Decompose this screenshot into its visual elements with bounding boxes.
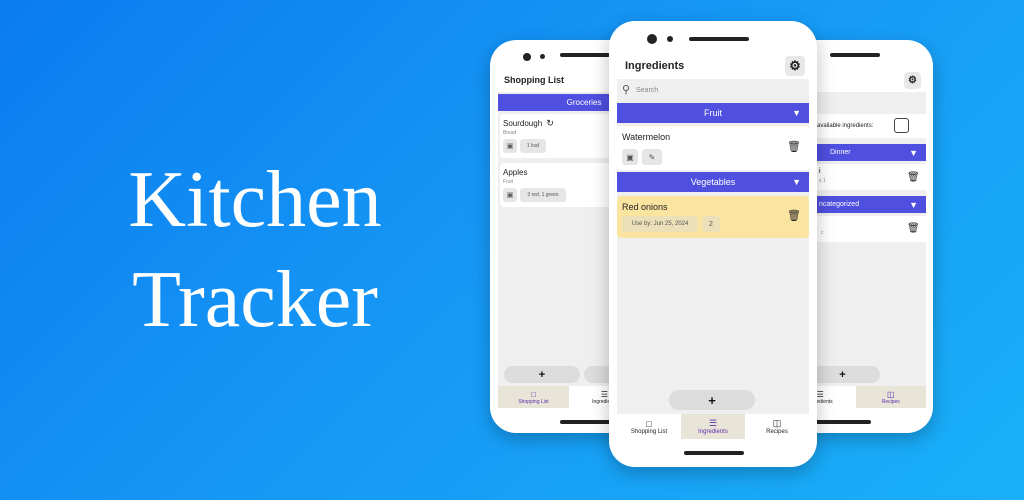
trash-icon[interactable]: 🗑	[787, 209, 801, 222]
chevron-down-icon: ▼	[792, 177, 801, 187]
category-label: ncategorized	[819, 201, 860, 208]
book-icon: ◫	[772, 418, 782, 428]
tab-recipes[interactable]: ◫ Recipes	[745, 414, 809, 439]
hero-title-line2: Tracker	[132, 256, 378, 344]
filter-label: available ingredients:	[817, 123, 874, 129]
list-icon: ☰	[600, 389, 609, 399]
tab-shopping-list[interactable]: □ Shopping List	[498, 386, 569, 408]
note-icon: □	[646, 418, 652, 429]
category-label: Vegetables	[690, 177, 736, 187]
quantity-chip[interactable]: 1 loaf	[520, 139, 546, 153]
add-button[interactable]: +	[669, 390, 755, 410]
category-label: Dinner	[830, 149, 851, 156]
calendar-icon[interactable]: ▣	[503, 188, 517, 202]
list-icon: ☰	[816, 389, 824, 399]
item-name: Sourdough ↻	[503, 118, 554, 128]
screen: Ingredients ⚙ ⚲ Search Fruit ▼ Watermelo…	[617, 53, 809, 439]
book-icon: ◫	[886, 389, 895, 399]
sensor-dot	[540, 54, 545, 59]
sensor-dot	[667, 36, 673, 42]
trash-icon[interactable]: 🗑	[907, 172, 920, 183]
app-bar: Ingredients ⚙	[617, 53, 809, 79]
tab-ingredients[interactable]: ☰ Ingredients	[681, 414, 745, 439]
search-icon: ⚲	[622, 84, 631, 96]
recipe-meta: s 1	[819, 178, 826, 184]
page-title: Ingredients	[625, 60, 685, 72]
category-label: Groceries	[566, 98, 602, 107]
quantity-chip[interactable]: 2	[702, 216, 720, 232]
ingredient-name: Red onions	[622, 202, 668, 212]
note-edit-icon[interactable]: ✎	[642, 149, 662, 165]
add-button[interactable]: +	[504, 366, 580, 383]
chevron-down-icon: ▼	[792, 108, 801, 118]
category-header-fruit[interactable]: Fruit ▼	[617, 103, 809, 123]
quantity-chip[interactable]: 3 red, 1 green	[520, 188, 566, 202]
tab-recipes[interactable]: ◫ Recipes	[855, 386, 926, 408]
calendar-icon[interactable]: ▣	[622, 149, 638, 165]
recipe-meta: c	[821, 230, 824, 236]
speaker-grill	[689, 37, 749, 41]
list-icon: ☰	[708, 418, 718, 428]
gear-icon[interactable]: ⚙	[904, 72, 921, 89]
gear-icon[interactable]: ⚙	[785, 56, 805, 76]
bottom-nav: □ Shopping List ☰ Ingredients ◫ Recipes	[617, 414, 809, 439]
available-ingredients-checkbox[interactable]	[894, 118, 909, 133]
ingredient-card[interactable]: Watermelon ▣ ✎ 🗑	[617, 126, 809, 170]
camera-dot	[523, 53, 531, 61]
speaker-grill	[560, 53, 610, 57]
item-category: Bread	[503, 130, 517, 136]
page-title: Shopping List	[504, 75, 564, 85]
trash-icon[interactable]: 🗑	[907, 223, 920, 234]
ingredient-card-highlighted[interactable]: Red onions Use by: Jun 25, 2024 2 🗑	[617, 196, 809, 238]
ingredient-name: Watermelon	[622, 132, 671, 142]
phone-ingredients: Ingredients ⚙ ⚲ Search Fruit ▼ Watermelo…	[609, 21, 817, 467]
hero-title: Kitchen Tracker	[95, 150, 415, 350]
hero-title-line1: Kitchen	[128, 156, 382, 244]
category-label: Fruit	[704, 108, 722, 118]
note-icon: □	[531, 389, 536, 399]
search-input[interactable]: Search	[636, 87, 658, 94]
search-bar[interactable]: ⚲ Search	[617, 81, 809, 101]
item-category: Fruit	[503, 179, 513, 185]
use-by-chip[interactable]: Use by: Jun 25, 2024	[622, 216, 698, 232]
chevron-down-icon: ▼	[909, 147, 918, 158]
speaker-grill	[830, 53, 880, 57]
category-header-vegetables[interactable]: Vegetables ▼	[617, 172, 809, 192]
trash-icon[interactable]: 🗑	[787, 140, 801, 153]
camera-dot	[647, 34, 657, 44]
home-indicator	[684, 451, 744, 455]
item-name: Apples	[503, 168, 528, 177]
recipe-name: i	[819, 168, 821, 175]
chevron-down-icon: ▼	[909, 199, 918, 210]
recurring-icon: ↻	[546, 118, 554, 128]
calendar-icon[interactable]: ▣	[503, 139, 517, 153]
tab-shopping-list[interactable]: □ Shopping List	[617, 414, 681, 439]
